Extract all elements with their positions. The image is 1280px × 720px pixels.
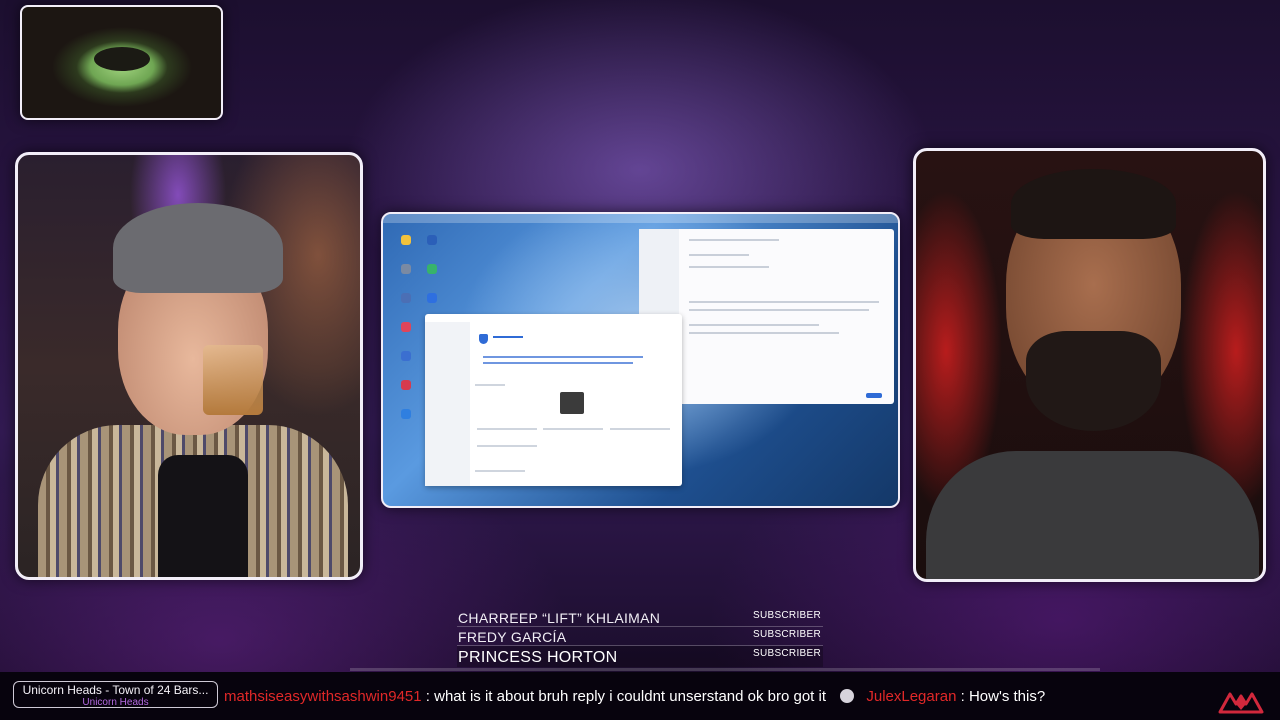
drive-row [543,428,603,430]
camera-subject [926,451,1259,579]
chat-colon: : [421,688,435,705]
youtube-app-icon [401,380,411,390]
credit-row: CHARREEP “LIFT” KHLAIMAN SUBSCRIBER [457,608,823,627]
performance-heading [475,470,525,472]
credit-name: PRINCESS HORTON [458,649,618,666]
chat-message: what is it about bruh reply i couldnt un… [434,688,827,705]
camera-subject-cap [113,203,283,293]
cloud-drive-app-icon [427,293,437,303]
camera-subject-glass [203,345,263,415]
app-center-app-icon [401,322,411,332]
files-app-icon [401,235,411,245]
apply-button[interactable] [866,393,882,398]
camera-subject-shirt [158,455,248,577]
camera-scene [94,47,150,71]
chat-colon: : [956,688,969,705]
chat-ticker: mathsiseasywithsashwin9451 : what is it … [224,688,1214,708]
shield-icon [479,334,488,344]
subscriber-credits: CHARREEP “LIFT” KHLAIMAN SUBSCRIBER FRED… [457,608,823,667]
control-panel-app-icon [401,264,411,274]
storage-sidebar [425,322,470,486]
drive-app-icon [427,264,437,274]
disk-image [560,392,584,414]
settings-row [689,266,769,268]
drive-row [477,428,537,430]
desktop-topbar [383,214,898,223]
docker-app-icon [401,409,411,419]
now-playing-box: Unicorn Heads - Town of 24 Bars... Unico… [13,681,218,708]
credit-row: FREDY GARCÍA SUBSCRIBER [457,627,823,646]
drive-row [610,428,670,430]
right-host-camera [913,148,1266,582]
chat-separator-icon [840,689,855,703]
credit-name: CHARREEP “LIFT” KHLAIMAN [458,610,661,626]
credit-tag: SUBSCRIBER [752,610,821,621]
left-host-camera [15,152,363,580]
channel-logo-icon [1218,692,1264,714]
settings-description [689,309,869,311]
credit-row-highlighted: PRINCESS HORTON SUBSCRIBER [457,646,823,667]
now-playing-artist: Unicorn Heads [82,697,149,708]
settings-tabs [689,239,779,241]
storage-window [425,314,682,486]
status-normal [493,336,523,338]
overlay-divider [350,668,1100,671]
shared-screen [381,212,900,508]
camera-subject-beard [1026,331,1161,431]
settings-description [689,332,839,334]
credit-tag: SUBSCRIBER [752,648,821,659]
settings-row [689,254,749,256]
settings-description [689,324,819,326]
camera-subject-hair [1011,169,1176,239]
settings-description [689,301,879,303]
drive-row [477,445,537,447]
now-playing-title: Unicorn Heads - Town of 24 Bars... [22,683,209,697]
storage-notice [483,356,643,358]
credit-name: FREDY GARCÍA [458,629,567,645]
storage-notice [483,362,633,364]
chat-username: JulexLegaran [866,688,957,705]
credit-tag: SUBSCRIBER [752,629,821,640]
chat-username: mathsiseasywithsashwin9451 [224,688,422,705]
storage-app-icon [401,293,411,303]
support-app-icon [401,351,411,361]
task-manager-app-icon [427,235,437,245]
disk-status-heading [475,384,505,386]
small-camera-feed [20,5,223,120]
chat-message: How's this? [968,688,1046,705]
